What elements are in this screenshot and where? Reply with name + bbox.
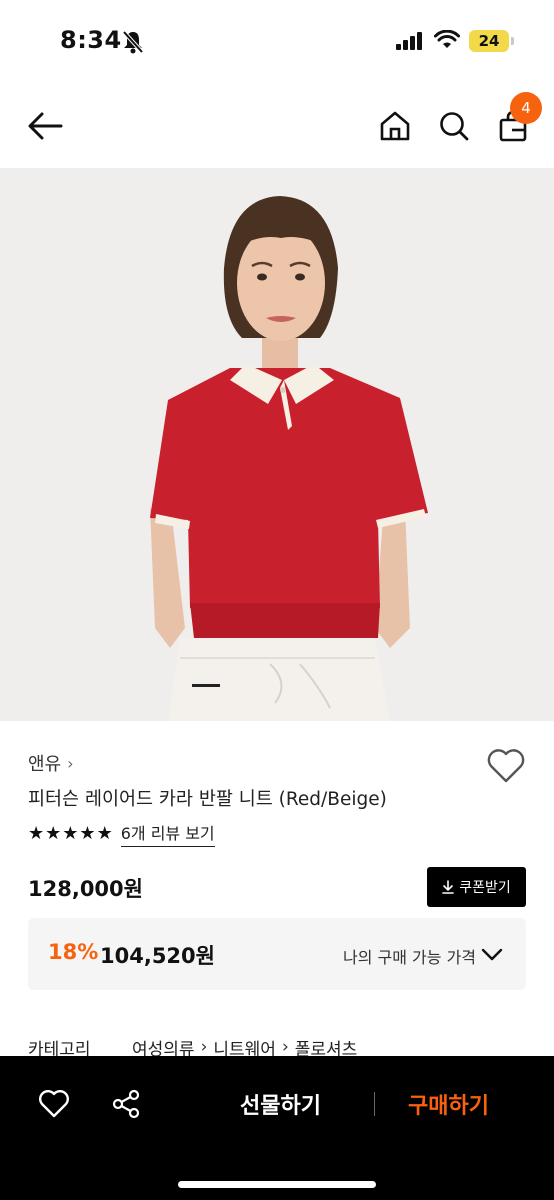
wishlist-bottom-button[interactable] [36, 1086, 72, 1122]
chevron-right-icon: › [200, 1037, 208, 1057]
back-button[interactable] [22, 104, 68, 148]
divider [374, 1092, 375, 1116]
status-bar: 8:34 24 [0, 0, 554, 84]
category-breadcrumb: 여성의류 › 니트웨어 › 폴로셔츠 [132, 1036, 357, 1058]
battery-indicator: 24 [469, 30, 514, 52]
arrow-left-icon [28, 112, 63, 140]
wifi-icon [434, 29, 460, 54]
status-time: 8:34 [60, 26, 122, 54]
coupon-download-button[interactable]: 쿠폰받기 [427, 867, 526, 907]
share-icon [112, 1089, 140, 1119]
star-icon: ★ [45, 823, 62, 844]
chevron-down-icon[interactable] [480, 942, 504, 966]
my-price-label[interactable]: 나의 구매 가능 가격 [343, 944, 476, 968]
heart-icon [39, 1090, 69, 1118]
buy-button[interactable]: 구매하기 [408, 1088, 489, 1120]
heart-icon [487, 749, 525, 783]
wishlist-button[interactable] [486, 748, 526, 784]
star-icon: ★ [96, 823, 113, 844]
download-icon [442, 880, 455, 894]
cart-count-badge: 4 [510, 92, 542, 124]
category-row: 카테고리 여성의류 › 니트웨어 › 폴로셔츠 [28, 1036, 548, 1058]
star-icon: ★ [62, 823, 79, 844]
home-indicator [178, 1181, 376, 1188]
rating-row: ★ ★ ★ ★ ★ 6개 리뷰 보기 [28, 820, 215, 847]
carousel-indicator [192, 684, 220, 687]
home-button[interactable] [374, 104, 416, 148]
discount-rate: 18% [48, 940, 99, 964]
category-item[interactable]: 폴로셔츠 [295, 1036, 358, 1059]
star-icon: ★ [28, 823, 45, 844]
product-image[interactable] [0, 168, 554, 721]
coupon-label: 쿠폰받기 [459, 880, 511, 896]
chevron-right-icon: › [281, 1037, 289, 1057]
category-item[interactable]: 여성의류 [132, 1036, 195, 1059]
category-label: 카테고리 [28, 1039, 91, 1059]
brand-link[interactable]: 앤유 › [28, 750, 74, 776]
price-box: 18% 104,520원 나의 구매 가능 가격 [28, 918, 526, 990]
search-button[interactable] [433, 104, 475, 148]
brand-name: 앤유 [28, 754, 62, 775]
search-icon [440, 112, 469, 141]
sale-price: 104,520원 [100, 944, 215, 968]
cellular-signal-icon [396, 32, 424, 54]
review-link[interactable]: 6개 리뷰 보기 [120, 820, 215, 847]
gift-button[interactable]: 선물하기 [240, 1088, 321, 1120]
product-photo-illustration [0, 168, 554, 721]
star-icon: ★ [79, 823, 96, 844]
bell-muted-icon [122, 30, 144, 58]
share-button[interactable] [108, 1086, 144, 1122]
product-title: 피터슨 레이어드 카라 반팔 니트 (Red/Beige) [28, 789, 387, 810]
chevron-right-icon: › [67, 753, 74, 773]
original-price: 128,000원 [28, 877, 143, 901]
top-navigation [0, 84, 554, 168]
bottom-action-bar: 선물하기 구매하기 [0, 1056, 554, 1200]
category-item[interactable]: 니트웨어 [213, 1036, 276, 1059]
home-icon [380, 111, 410, 141]
star-rating: ★ ★ ★ ★ ★ [28, 823, 113, 844]
